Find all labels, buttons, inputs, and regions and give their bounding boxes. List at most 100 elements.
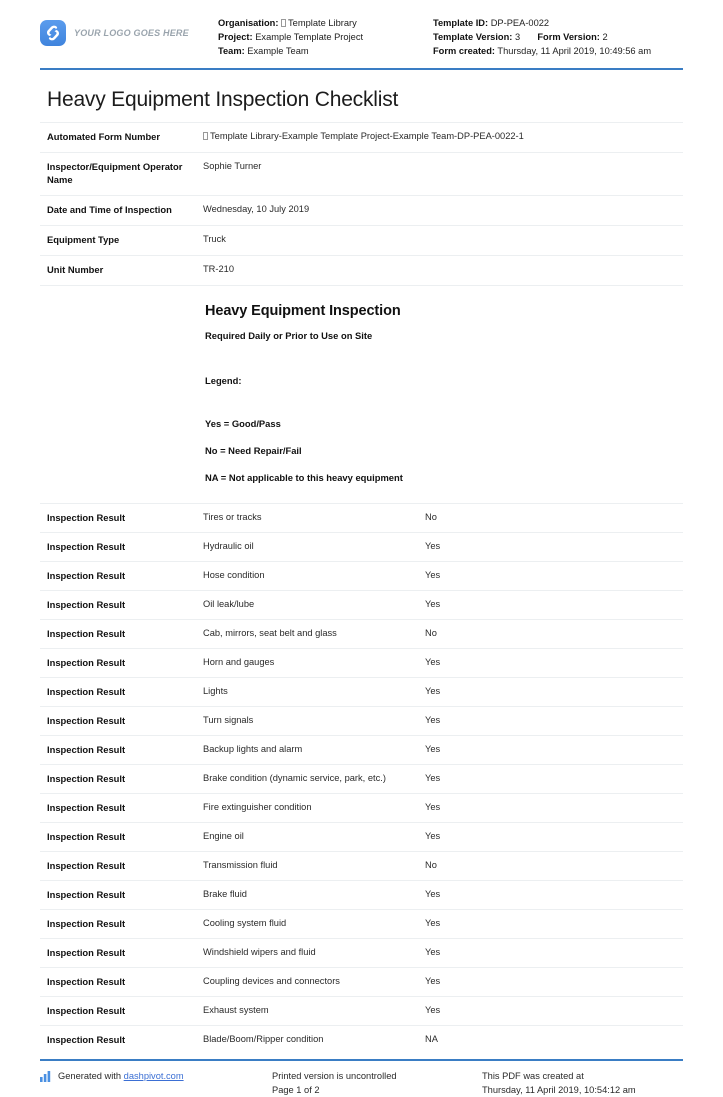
form-info-value: Truck: [203, 226, 683, 256]
form-info-value: TR-210: [203, 256, 683, 286]
form-info-row: Automated Form Number Template Library-Ex…: [40, 123, 683, 153]
footer-page-number: Page 1 of 2: [272, 1084, 482, 1097]
inspection-item-name: Fire extinguisher condition: [203, 794, 425, 823]
form-info-row: Inspector/Equipment Operator NameSophie …: [40, 153, 683, 196]
inspection-result-label: Inspection Result: [40, 997, 203, 1026]
legend-item-yes: Yes = Good/Pass: [205, 417, 673, 430]
inspection-item-name: Turn signals: [203, 707, 425, 736]
inspection-item-value: Yes: [425, 765, 683, 794]
inspection-item-name: Oil leak/lube: [203, 591, 425, 620]
inspection-result-label: Inspection Result: [40, 678, 203, 707]
company-logo-icon: [40, 20, 66, 46]
inspection-result-label: Inspection Result: [40, 504, 203, 533]
table-row: Inspection ResultHorn and gaugesYes: [40, 649, 683, 678]
header-versions-line: Template Version: 3 Form Version: 2: [433, 30, 683, 44]
inspection-result-label: Inspection Result: [40, 736, 203, 765]
table-row: Inspection ResultCoupling devices and co…: [40, 968, 683, 997]
inspection-section-row: Heavy Equipment Inspection Required Dail…: [40, 286, 683, 504]
table-row: Inspection ResultTires or tracksNo: [40, 504, 683, 533]
header-project-label: Project:: [218, 32, 253, 42]
inspection-item-name: Lights: [203, 678, 425, 707]
inspection-item-value: NA: [425, 1026, 683, 1055]
header-organisation-label: Organisation:: [218, 18, 278, 28]
header-team-value: Example Team: [247, 46, 308, 56]
inspection-item-value: No: [425, 504, 683, 533]
inspection-result-label: Inspection Result: [40, 1026, 203, 1055]
inspection-item-value: Yes: [425, 794, 683, 823]
inspection-result-label: Inspection Result: [40, 533, 203, 562]
inspection-item-name: Exhaust system: [203, 997, 425, 1026]
document-header: YOUR LOGO GOES HERE Organisation: Templa…: [40, 0, 683, 64]
section-content-cell: Heavy Equipment Inspection Required Dail…: [203, 286, 683, 504]
form-info-value-text: Template Library-Example Template Projec…: [210, 131, 524, 141]
inspection-result-label: Inspection Result: [40, 968, 203, 997]
inspection-result-label: Inspection Result: [40, 649, 203, 678]
inspection-item-value: Yes: [425, 591, 683, 620]
header-project-line: Project: Example Template Project: [218, 30, 433, 44]
inspection-section-table: Heavy Equipment Inspection Required Dail…: [40, 285, 683, 503]
form-info-label: Date and Time of Inspection: [40, 196, 203, 226]
header-form-version-value: 2: [602, 32, 607, 42]
inspection-item-value: Yes: [425, 910, 683, 939]
legend-item-no: No = Need Repair/Fail: [205, 444, 673, 457]
inspection-result-label: Inspection Result: [40, 765, 203, 794]
header-template-version-label: Template Version:: [433, 32, 512, 42]
inspection-item-value: Yes: [425, 939, 683, 968]
inspection-results-body: Inspection ResultTires or tracksNoInspec…: [40, 504, 683, 1055]
inspection-result-label: Inspection Result: [40, 939, 203, 968]
form-info-label: Unit Number: [40, 256, 203, 286]
logo-block: YOUR LOGO GOES HERE: [40, 16, 218, 46]
table-row: Inspection ResultTurn signalsYes: [40, 707, 683, 736]
inspection-item-value: Yes: [425, 736, 683, 765]
header-right-column: Template ID: DP-PEA-0022 Template Versio…: [433, 16, 683, 58]
legend-spacer: [205, 484, 673, 493]
form-info-label: Equipment Type: [40, 226, 203, 256]
table-row: Inspection ResultBlade/Boom/Ripper condi…: [40, 1026, 683, 1055]
table-row: Inspection ResultHose conditionYes: [40, 562, 683, 591]
footer-printed-block: Printed version is uncontrolled Page 1 o…: [272, 1070, 482, 1097]
inspection-result-label: Inspection Result: [40, 910, 203, 939]
document-footer: Generated with dashpivot.com Printed ver…: [40, 1061, 683, 1097]
dashpivot-link[interactable]: dashpivot.com: [124, 1071, 184, 1081]
form-info-label: Inspector/Equipment Operator Name: [40, 153, 203, 196]
header-left-column: Organisation: Template Library Project: …: [218, 16, 433, 58]
form-info-value: Wednesday, 10 July 2019: [203, 196, 683, 226]
header-organisation-value: Template Library: [288, 18, 357, 28]
form-info-row: Unit NumberTR-210: [40, 256, 683, 286]
footer-created-notice: This PDF was created at: [482, 1070, 683, 1084]
inspection-item-value: Yes: [425, 707, 683, 736]
inspection-item-name: Brake condition (dynamic service, park, …: [203, 765, 425, 794]
footer-generated-block: Generated with dashpivot.com: [40, 1070, 272, 1087]
inspection-item-value: Yes: [425, 881, 683, 910]
inspection-result-label: Inspection Result: [40, 794, 203, 823]
inspection-item-value: Yes: [425, 968, 683, 997]
section-empty-label: [40, 286, 203, 504]
inspection-result-label: Inspection Result: [40, 852, 203, 881]
inspection-item-name: Hydraulic oil: [203, 533, 425, 562]
inspection-item-name: Brake fluid: [203, 881, 425, 910]
inspection-item-name: Backup lights and alarm: [203, 736, 425, 765]
inspection-item-value: Yes: [425, 678, 683, 707]
table-row: Inspection ResultFire extinguisher condi…: [40, 794, 683, 823]
inspection-results-table: Inspection ResultTires or tracksNoInspec…: [40, 503, 683, 1054]
inspection-result-label: Inspection Result: [40, 562, 203, 591]
table-row: Inspection ResultBackup lights and alarm…: [40, 736, 683, 765]
missing-glyph-icon: [281, 19, 286, 27]
table-row: Inspection ResultOil leak/lubeYes: [40, 591, 683, 620]
inspection-item-value: Yes: [425, 562, 683, 591]
header-template-version-value: 3: [515, 32, 520, 42]
form-info-label: Automated Form Number: [40, 123, 203, 153]
inspection-item-value: Yes: [425, 997, 683, 1026]
header-template-id-label: Template ID:: [433, 18, 488, 28]
table-row: Inspection ResultEngine oilYes: [40, 823, 683, 852]
inspection-item-name: Transmission fluid: [203, 852, 425, 881]
form-info-body: Automated Form Number Template Library-Ex…: [40, 123, 683, 286]
inspection-result-label: Inspection Result: [40, 881, 203, 910]
table-row: Inspection ResultHydraulic oilYes: [40, 533, 683, 562]
form-info-row: Date and Time of InspectionWednesday, 10…: [40, 196, 683, 226]
section-title: Heavy Equipment Inspection: [205, 305, 673, 318]
inspection-item-name: Hose condition: [203, 562, 425, 591]
inspection-item-value: No: [425, 852, 683, 881]
inspection-result-label: Inspection Result: [40, 591, 203, 620]
footer-generated-text: Generated with dashpivot.com: [58, 1070, 184, 1084]
